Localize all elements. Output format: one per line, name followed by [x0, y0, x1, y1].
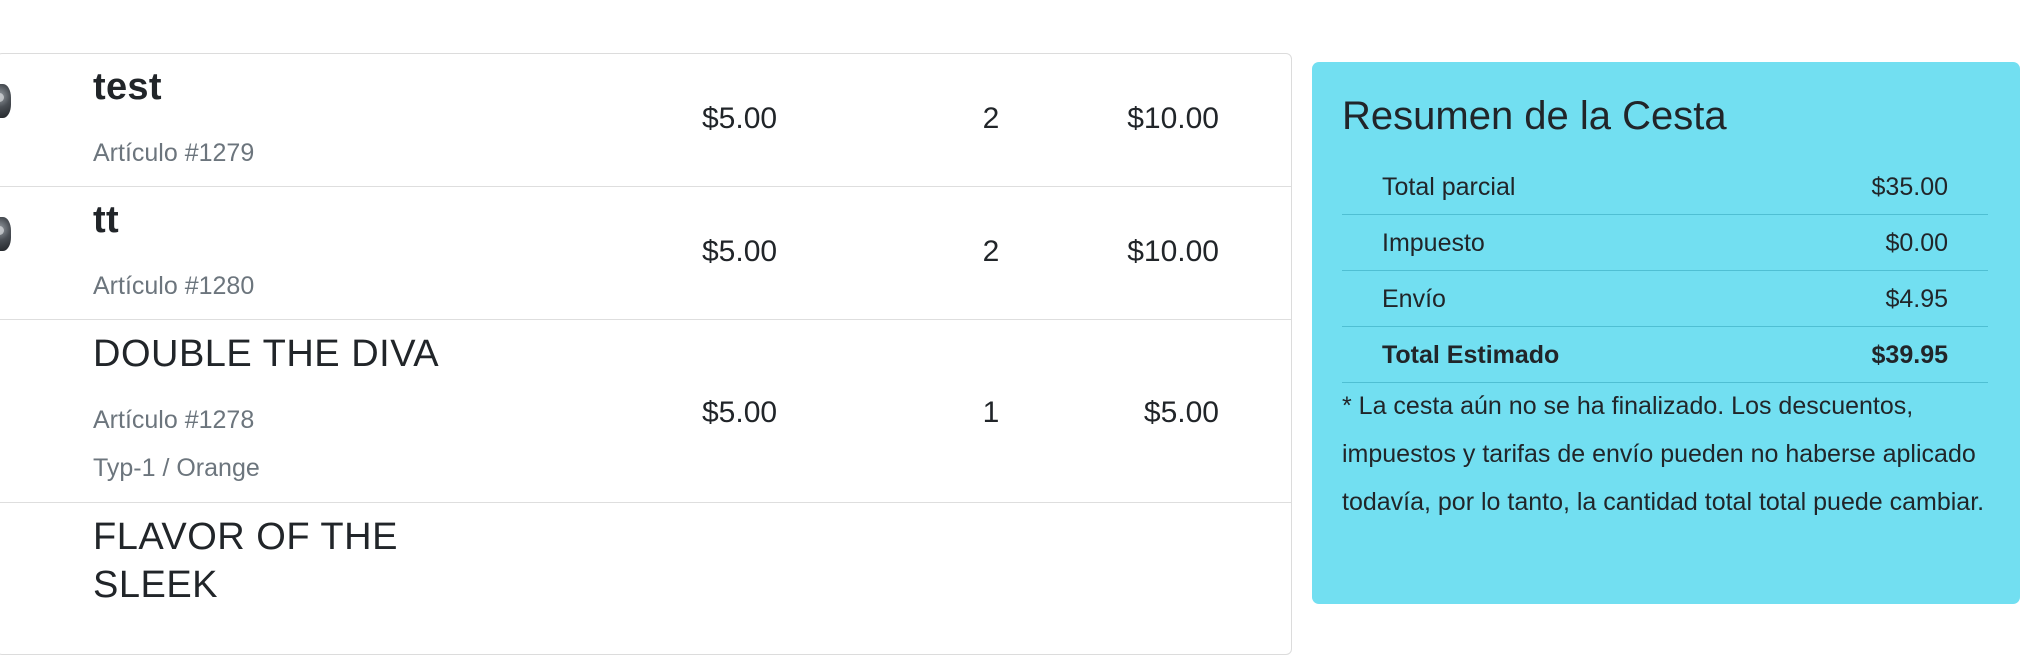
quantity: 2 — [982, 102, 1000, 135]
product-thumbnail[interactable] — [0, 217, 11, 251]
product-sku: Artículo #1279 — [93, 139, 255, 167]
product-name[interactable]: test — [93, 66, 162, 109]
product-sku: Artículo #1278 — [93, 406, 255, 434]
quantity: 1 — [982, 396, 1000, 429]
line-total: $10.00 — [1127, 102, 1219, 135]
quantity: 2 — [982, 235, 1000, 268]
unit-price: $5.00 — [702, 235, 778, 268]
line-total: $10.00 — [1127, 235, 1219, 268]
summary-label: Envío — [1382, 285, 1446, 313]
summary-value: $35.00 — [1871, 173, 1948, 201]
cart-row: DOUBLE THE DIVA Artículo #1278 Typ-1 / O… — [0, 320, 1291, 503]
summary-row-shipping: Envío $4.95 — [1342, 271, 1988, 327]
unit-price: $5.00 — [702, 396, 778, 429]
product-name-line-1[interactable]: FLAVOR OF THE — [93, 513, 398, 561]
line-total: $5.00 — [1143, 396, 1219, 429]
cart-row: FLAVOR OF THE SLEEK — [0, 503, 1291, 654]
summary-row-subtotal: Total parcial $35.00 — [1342, 159, 1988, 215]
summary-row-estimated-total: Total Estimado $39.95 — [1342, 327, 1988, 383]
summary-label: Impuesto — [1382, 229, 1485, 257]
product-name[interactable]: DOUBLE THE DIVA — [93, 330, 439, 378]
summary-label: Total parcial — [1382, 173, 1516, 201]
summary-disclaimer: * La cesta aún no se ha finalizado. Los … — [1342, 392, 1985, 516]
product-sku: Artículo #1280 — [93, 272, 255, 300]
product-thumbnail[interactable] — [0, 84, 11, 118]
cart-row: test Artículo #1279 $5.00 2 $10.00 — [0, 54, 1291, 187]
product-variant: Typ-1 / Orange — [93, 454, 260, 482]
summary-label: Total Estimado — [1382, 341, 1560, 369]
cart-items-table: test Artículo #1279 $5.00 2 $10.00 tt Ar… — [0, 53, 1292, 655]
basket-summary-panel: Resumen de la Cesta Total parcial $35.00… — [1312, 62, 2020, 604]
unit-price: $5.00 — [702, 102, 778, 135]
product-name[interactable]: tt — [93, 199, 119, 242]
summary-title: Resumen de la Cesta — [1342, 94, 1727, 138]
summary-row-tax: Impuesto $0.00 — [1342, 215, 1988, 271]
summary-value: $39.95 — [1871, 341, 1948, 369]
product-name-line-2[interactable]: SLEEK — [93, 561, 218, 609]
summary-value: $0.00 — [1885, 229, 1948, 257]
cart-row: tt Artículo #1280 $5.00 2 $10.00 — [0, 187, 1291, 320]
summary-value: $4.95 — [1885, 285, 1948, 313]
